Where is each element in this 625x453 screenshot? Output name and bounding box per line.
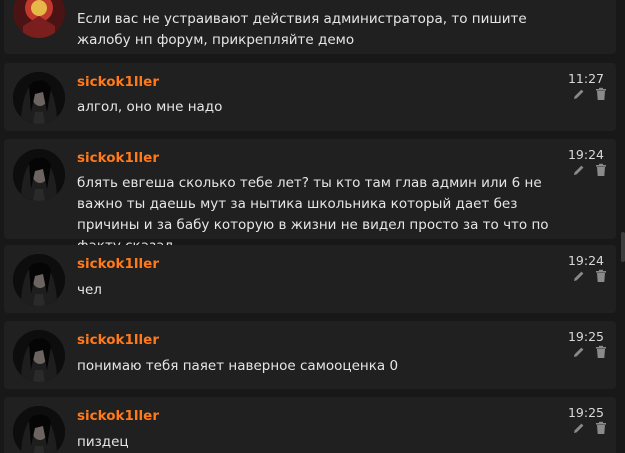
message-actions	[572, 163, 608, 177]
message-card: sickok1ller 19:24 блять евгеша сколько т…	[4, 139, 616, 254]
message-time: 19:25	[567, 329, 604, 344]
message-text: пиздец	[77, 434, 129, 450]
message-text: понимаю тебя паяет наверное самооценка 0	[77, 358, 399, 374]
message-card: sickok1ller 11:27 алгол, оно мне надо	[4, 63, 616, 131]
trash-icon[interactable]	[594, 87, 608, 101]
avatar[interactable]	[13, 72, 65, 124]
avatar[interactable]	[13, 254, 65, 306]
message-card: Если вас не устраивают действия админист…	[4, 0, 616, 54]
message-actions	[572, 87, 608, 101]
message-time: 19:24	[567, 253, 604, 268]
author-name[interactable]: sickok1ller	[77, 332, 159, 348]
message-card: sickok1ller 19:24 чел	[4, 245, 616, 313]
message-card: sickok1ller 19:25 понимаю тебя паяет нав…	[4, 321, 616, 389]
trash-icon[interactable]	[594, 345, 608, 359]
author-name[interactable]: sickok1ller	[77, 150, 159, 166]
message-time: 11:27	[567, 71, 604, 86]
scroll-thumb[interactable]	[621, 232, 625, 262]
message-actions	[572, 421, 608, 435]
scrollbar[interactable]	[619, 0, 625, 453]
author-name[interactable]: sickok1ller	[77, 74, 159, 90]
message-card: sickok1ller 19:25 пиздец	[4, 397, 616, 453]
message-time: 19:24	[567, 147, 604, 162]
message-time: 19:25	[567, 405, 604, 420]
message-text: алгол, оно мне надо	[77, 99, 223, 115]
avatar[interactable]	[13, 149, 65, 201]
edit-icon[interactable]	[572, 163, 586, 177]
avatar[interactable]	[13, 406, 65, 453]
message-text: чел	[77, 282, 102, 298]
edit-icon[interactable]	[572, 87, 586, 101]
edit-icon[interactable]	[572, 269, 586, 283]
trash-icon[interactable]	[594, 421, 608, 435]
message-actions	[572, 345, 608, 359]
author-name[interactable]: sickok1ller	[77, 408, 159, 424]
trash-icon[interactable]	[594, 163, 608, 177]
message-text: Если вас не устраивают действия админист…	[77, 11, 527, 48]
edit-icon[interactable]	[572, 345, 586, 359]
avatar[interactable]	[13, 330, 65, 382]
message-feed: Если вас не устраивают действия админист…	[0, 0, 625, 453]
message-actions	[572, 269, 608, 283]
edit-icon[interactable]	[572, 421, 586, 435]
trash-icon[interactable]	[594, 269, 608, 283]
avatar[interactable]	[13, 0, 65, 38]
author-name[interactable]: sickok1ller	[77, 256, 159, 272]
